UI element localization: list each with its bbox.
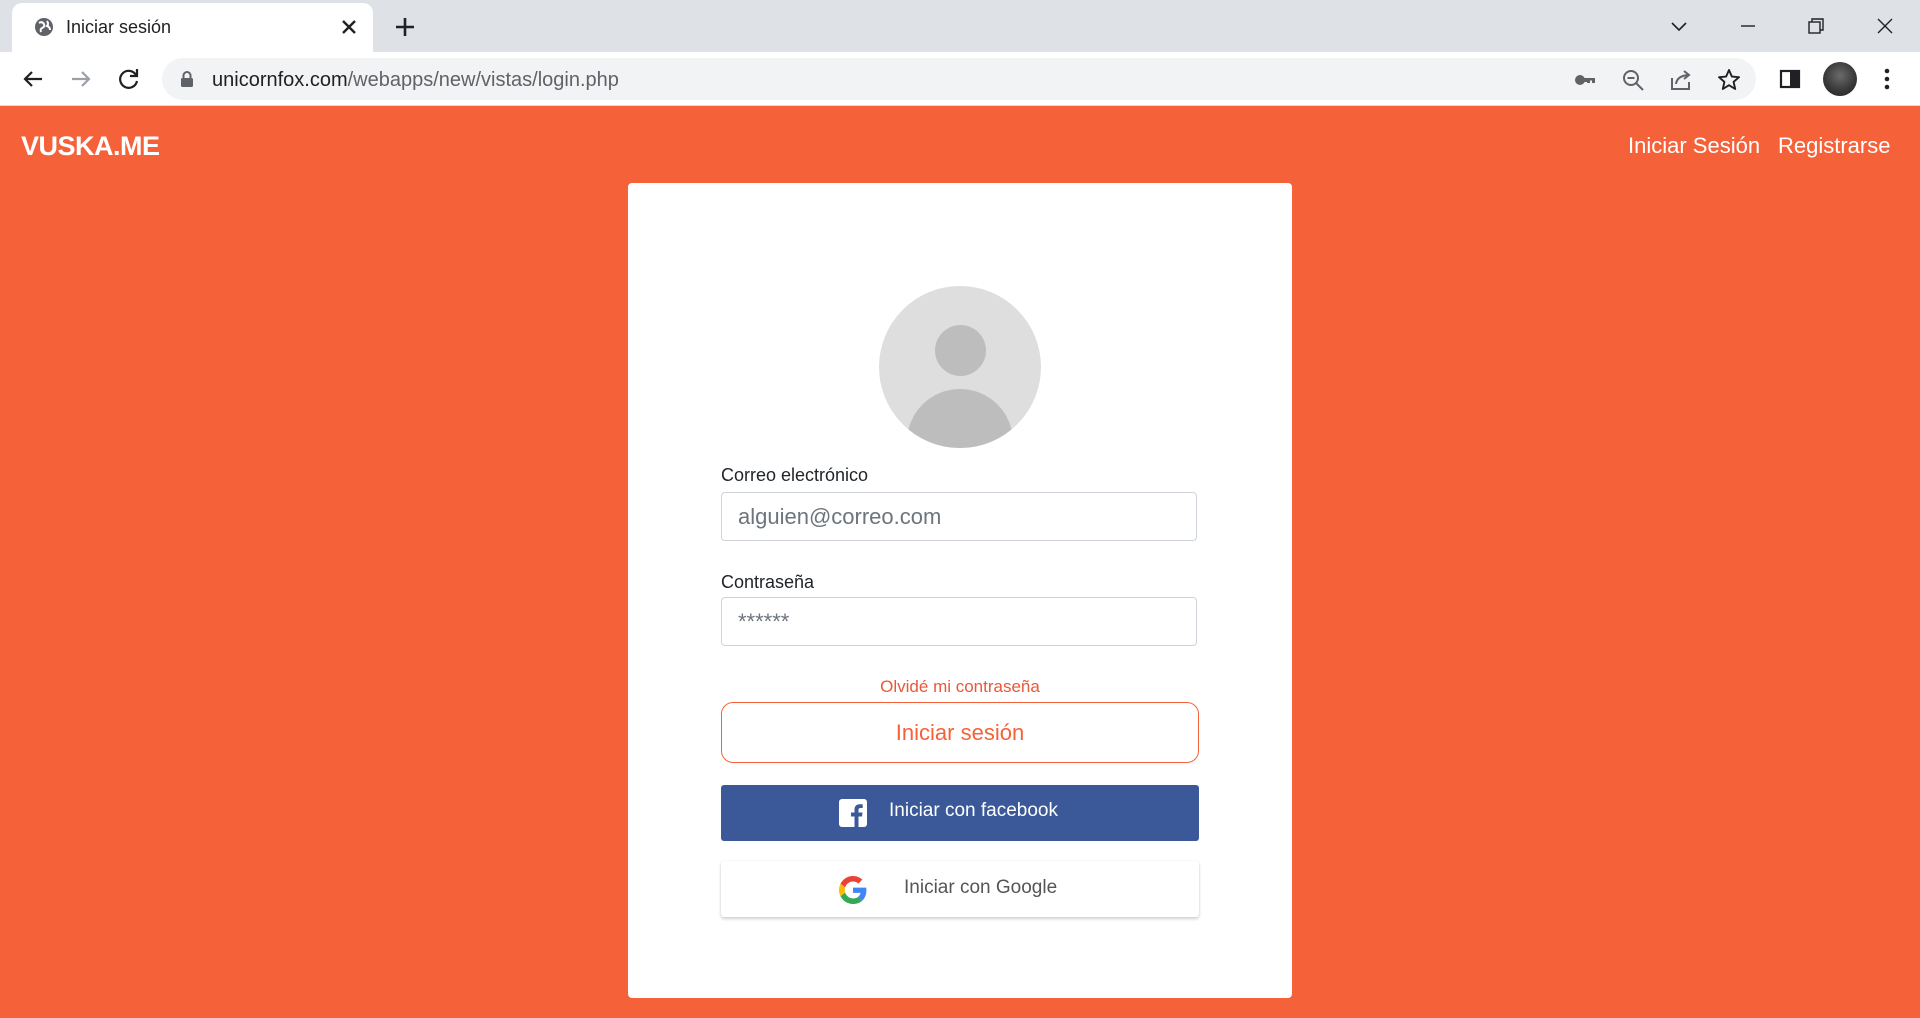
password-field[interactable] [721, 597, 1197, 646]
google-login-label: Iniciar con Google [904, 877, 1058, 898]
forgot-password-link[interactable]: Olvidé mi contraseña [721, 677, 1199, 697]
side-panel-icon[interactable] [1775, 64, 1805, 94]
tab-strip: Iniciar sesión [0, 0, 1920, 52]
browser-toolbar: unicornfox.com/webapps/new/vistas/login.… [0, 52, 1920, 106]
login-card: Correo electrónico Contraseña Olvidé mi … [628, 183, 1292, 998]
facebook-icon [839, 799, 867, 827]
key-icon[interactable] [1572, 67, 1598, 93]
facebook-login-label: Iniciar con facebook [889, 800, 1058, 821]
reload-icon[interactable] [114, 64, 144, 94]
window-close-icon[interactable] [1869, 10, 1901, 42]
url-text[interactable]: unicornfox.com/webapps/new/vistas/login.… [212, 69, 619, 92]
email-field[interactable] [721, 492, 1197, 541]
minimize-icon[interactable] [1732, 10, 1764, 42]
avatar-body [907, 389, 1013, 448]
close-icon[interactable] [337, 15, 361, 39]
plus-icon[interactable] [390, 12, 420, 42]
tab-title: Iniciar sesión [66, 17, 172, 37]
share-icon[interactable] [1668, 67, 1694, 93]
nav-login-link[interactable]: Iniciar Sesión [1628, 133, 1760, 159]
email-label: Correo electrónico [721, 465, 869, 485]
lock-icon[interactable] [178, 70, 196, 88]
kebab-menu-icon[interactable] [1872, 64, 1902, 94]
facebook-login-button[interactable]: Iniciar con facebook [721, 785, 1199, 841]
star-icon[interactable] [1716, 67, 1742, 93]
google-login-button[interactable]: Iniciar con Google [721, 861, 1199, 917]
restore-icon[interactable] [1800, 10, 1832, 42]
google-icon [839, 876, 867, 904]
brand-logo[interactable]: VUSKA.ME [21, 131, 160, 162]
browser-tab[interactable]: Iniciar sesión [12, 3, 373, 52]
back-icon[interactable] [18, 64, 48, 94]
avatar-head [935, 325, 986, 376]
chevron-down-icon[interactable] [1663, 10, 1695, 42]
forward-icon[interactable] [66, 64, 96, 94]
url-path: /webapps/new/vistas/login.php [347, 69, 619, 91]
address-bar[interactable]: unicornfox.com/webapps/new/vistas/login.… [162, 58, 1756, 100]
password-label: Contraseña [721, 572, 815, 592]
nav-register-link[interactable]: Registrarse [1778, 133, 1890, 159]
globe-icon [35, 18, 53, 36]
user-placeholder-icon [879, 286, 1041, 448]
profile-avatar[interactable] [1823, 62, 1857, 96]
url-host: unicornfox.com [212, 69, 348, 91]
zoom-out-icon[interactable] [1620, 67, 1646, 93]
login-button[interactable]: Iniciar sesión [721, 702, 1199, 763]
